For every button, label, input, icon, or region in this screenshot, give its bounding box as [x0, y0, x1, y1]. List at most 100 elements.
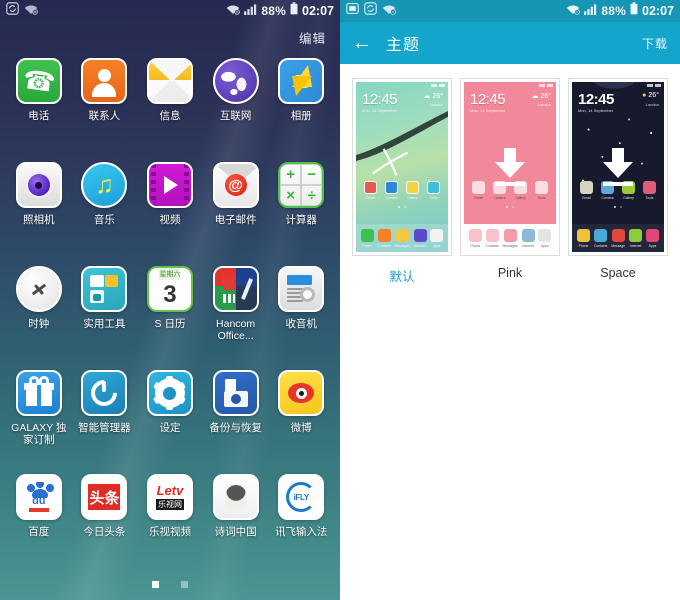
calc-key: −: [301, 164, 323, 185]
thumb-temp: 26°: [432, 92, 443, 100]
app-label: 设定: [159, 422, 181, 434]
home-screen-panel: 88% 02:07 编辑 ☎ 电话 联系人 信息 互联网 相册 照相机 ♫ 音乐…: [0, 0, 340, 600]
theme-thumbnail[interactable]: 12:45 Mon, 14 September ● 26° London Ema…: [568, 78, 668, 256]
battery-icon: [290, 2, 298, 20]
app-label: 相册: [290, 110, 312, 122]
calc-key: ÷: [301, 185, 323, 206]
app-item-toutiao[interactable]: 头条 今日头条: [72, 474, 138, 574]
app-item-gallery[interactable]: 相册: [268, 58, 334, 158]
battery-percent-label: 88%: [601, 4, 627, 18]
thumb-app: Gallery: [406, 180, 419, 200]
app-item-clock[interactable]: 时钟: [6, 266, 72, 366]
cloud-icon: ☁: [423, 93, 431, 100]
theme-app-bar: ← 主题 下载: [340, 22, 680, 64]
theme-item-pink[interactable]: 12:45 Mon, 14 September ☁ 26° London Ema…: [460, 78, 560, 285]
app-item-calendar[interactable]: 星期六 3 S 日历: [137, 266, 203, 366]
download-button[interactable]: 下载: [642, 35, 668, 52]
download-overlay[interactable]: [572, 82, 664, 252]
letv-icon-line1: Letv: [156, 483, 184, 498]
app-label: 讯飞输入法: [274, 526, 328, 538]
download-overlay[interactable]: [464, 82, 556, 252]
app-item-galaxy-gift[interactable]: GALAXY 独家订制: [6, 370, 72, 470]
theme-thumbnail[interactable]: 12:45 Mon, 14 September ☁ 26° London Ema…: [352, 78, 452, 256]
app-item-tools-folder[interactable]: 实用工具: [72, 266, 138, 366]
app-item-backup-restore[interactable]: 备份与恢复: [203, 370, 269, 470]
app-item-radio[interactable]: 收音机: [268, 266, 334, 366]
sync-icon: [6, 2, 19, 20]
wifi-muted-icon: [382, 2, 396, 20]
letv-icon: Letv 乐视网: [146, 474, 193, 520]
app-label: 智能管理器: [78, 422, 131, 434]
thumb-clock: 12:45: [362, 91, 398, 108]
app-label: 计算器: [285, 214, 317, 226]
app-label: 照相机: [23, 214, 55, 226]
edit-button[interactable]: 编辑: [299, 28, 326, 47]
app-item-iflytek[interactable]: iFLY 讯飞输入法: [268, 474, 334, 574]
app-label: 音乐: [93, 214, 115, 226]
app-item-contacts[interactable]: 联系人: [72, 58, 138, 158]
app-item-smart-manager[interactable]: 智能管理器: [72, 370, 138, 470]
backup-restore-icon: [212, 370, 259, 416]
app-label: 互联网: [219, 110, 252, 122]
calculator-icon: + − × ÷: [278, 162, 325, 208]
dual-screenshot-stage: 88% 02:07 编辑 ☎ 电话 联系人 信息 互联网 相册 照相机 ♫ 音乐…: [0, 0, 680, 600]
clock-icon: [15, 266, 62, 312]
app-item-shici-china[interactable]: 诗词中国: [203, 474, 269, 574]
calendar-weekday: 星期六: [159, 268, 181, 280]
app-label: 今日头条: [83, 526, 126, 538]
toutiao-icon-text: 头条: [86, 482, 123, 512]
app-item-calculator[interactable]: + − × ÷ 计算器: [268, 162, 334, 262]
thumb-date: Mon, 14 September: [362, 108, 398, 113]
status-right-icons: 88% 02:07: [226, 2, 334, 20]
sync-icon: [364, 2, 377, 20]
weibo-icon: [278, 370, 325, 416]
app-item-messages[interactable]: 信息: [137, 58, 203, 158]
app-item-baidu[interactable]: du 百度: [6, 474, 72, 574]
app-label: 备份与恢复: [209, 422, 262, 434]
page-dot-active[interactable]: [152, 581, 159, 588]
right-status-bar: 88% 02:07: [340, 0, 680, 22]
app-item-camera[interactable]: 照相机: [6, 162, 72, 262]
page-dot[interactable]: [181, 581, 188, 588]
app-item-phone[interactable]: ☎ 电话: [6, 58, 72, 158]
internet-globe-icon: [212, 58, 259, 104]
app-label: 电子邮件: [214, 214, 257, 226]
calendar-day: 3: [163, 281, 177, 308]
app-item-weibo[interactable]: 微博: [268, 370, 334, 470]
thumb-app: Email: [364, 180, 377, 200]
thumb-weather-city: London: [429, 102, 443, 107]
gift-icon: [15, 370, 62, 416]
theme-label: 默认: [389, 270, 415, 284]
app-item-hancom-office[interactable]: Hancom Office...: [203, 266, 269, 366]
thumb-page-dots: [356, 206, 448, 209]
thumb-dock-app: Messages: [394, 228, 410, 248]
theme-item-space[interactable]: 12:45 Mon, 14 September ● 26° London Ema…: [568, 78, 668, 285]
app-item-video[interactable]: 视频: [137, 162, 203, 262]
wifi-icon: [226, 2, 241, 20]
app-item-letv[interactable]: Letv 乐视网 乐视视频: [137, 474, 203, 574]
shici-china-icon: [212, 474, 259, 520]
battery-percent-label: 88%: [261, 4, 287, 18]
app-label: 电话: [28, 110, 50, 122]
thumb-dock-app: Phone: [360, 228, 374, 248]
theme-grid: 12:45 Mon, 14 September ☁ 26° London Ema…: [340, 64, 680, 285]
thumb-app: Camera: [385, 180, 398, 200]
app-label: 百度: [28, 526, 50, 538]
app-item-music[interactable]: ♫ 音乐: [72, 162, 138, 262]
theme-item-default[interactable]: 12:45 Mon, 14 September ☁ 26° London Ema…: [352, 78, 452, 285]
app-item-settings[interactable]: 设定: [137, 370, 203, 470]
theme-thumbnail[interactable]: 12:45 Mon, 14 September ☁ 26° London Ema…: [460, 78, 560, 256]
app-label: 视频: [159, 214, 181, 226]
toutiao-icon: 头条: [81, 474, 128, 520]
battery-icon: [630, 2, 638, 20]
back-arrow-icon[interactable]: ←: [352, 33, 372, 53]
app-item-internet[interactable]: 互联网: [203, 58, 269, 158]
thumb-dock-app: Internet: [413, 228, 427, 248]
status-left-icons: [346, 2, 396, 20]
app-label: 实用工具: [83, 318, 126, 330]
app-item-email[interactable]: @ 电子邮件: [203, 162, 269, 262]
hancom-office-icon: [212, 266, 259, 312]
app-label: 微博: [290, 422, 312, 434]
theme-label: Pink: [497, 266, 523, 280]
app-label: S 日历: [154, 318, 186, 330]
